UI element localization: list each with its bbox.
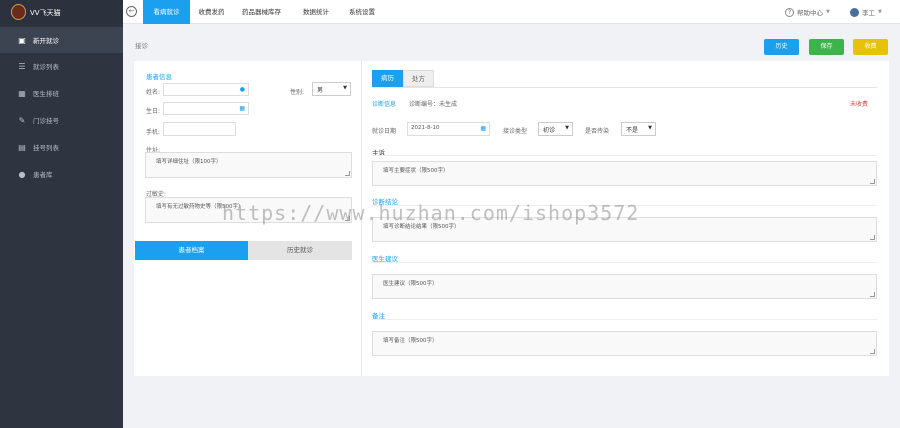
visit-type-value: 初诊 [543, 127, 556, 134]
infectious-value: 不是 [626, 127, 639, 134]
sidebar-item-new-visit[interactable]: ▣ 新开就诊 [0, 27, 123, 53]
gender-value: 男 [317, 87, 324, 94]
sidebar-item-registration[interactable]: ✎ 门诊挂号 [0, 107, 123, 133]
diagnosis-info-label: 诊断信息 [372, 101, 397, 108]
sidebar-item-label: 挂号列表 [33, 144, 59, 152]
watermark: https://www.huzhan.com/ishop3572 [222, 201, 640, 225]
divider [372, 319, 877, 320]
nav-item-treatment[interactable]: 看病就诊 [143, 0, 190, 24]
remark-textarea[interactable]: 填写备注（限500字） [372, 331, 877, 356]
logo-badge-icon [11, 4, 26, 20]
tab-patient-select[interactable]: 患者档案 [135, 241, 248, 260]
nav-item-inventory[interactable]: 药品器械库存 [233, 0, 290, 24]
app-title: VV飞天猫 [30, 9, 61, 17]
phone-input[interactable] [163, 122, 236, 136]
back-arrow-icon[interactable]: ← [126, 6, 137, 17]
sidebar-item-registration-list[interactable]: ▤ 挂号列表 [0, 134, 123, 160]
top-bar: VV飞天猫 ← 看病就诊 收费发药 药品器械库存 数据统计 系统设置 ? 帮助中… [0, 0, 900, 24]
divider [372, 155, 877, 156]
complaint-textarea[interactable]: 填写主要症状（限500字） [372, 161, 877, 186]
divider [372, 262, 877, 263]
birth-label: 生日: [146, 108, 161, 115]
nav-item-statistics[interactable]: 数据统计 [290, 0, 342, 24]
avatar [850, 7, 859, 17]
top-nav: 看病就诊 收费发药 药品器械库存 数据统计 系统设置 [143, 0, 382, 24]
user-menu[interactable]: 李工 ▼ [850, 7, 882, 17]
calendar-icon: ▦ [18, 88, 26, 98]
chevron-down-icon: ▼ [565, 125, 569, 131]
register-icon: ✎ [18, 115, 26, 125]
sidebar-item-label: 新开就诊 [33, 37, 59, 45]
card-icon: ▤ [18, 142, 26, 152]
name-label: 姓名: [146, 89, 161, 96]
save-button[interactable]: 保存 [809, 39, 844, 55]
logo: VV飞天猫 [0, 0, 123, 24]
sidebar-item-schedule[interactable]: ▦ 医生排班 [0, 80, 123, 106]
diagnosis-number: 诊断编号：未生成 [409, 101, 458, 108]
advice-textarea[interactable]: 医生建议（限500字） [372, 274, 877, 299]
user-icon: ● [18, 169, 26, 179]
visit-date-value: 2021-8-10 [411, 125, 440, 131]
visit-type-select[interactable]: 初诊 ▼ [538, 122, 573, 136]
sidebar-item-visit-list[interactable]: ☰ 就诊列表 [0, 53, 123, 79]
pay-button[interactable]: 收费 [853, 39, 888, 55]
nav-item-billing[interactable]: 收费发药 [190, 0, 233, 24]
visit-type-label: 接诊类型 [503, 128, 528, 135]
infectious-label: 是否传染 [585, 128, 610, 135]
list-icon: ☰ [18, 61, 26, 71]
sidebar-item-label: 患者库 [33, 171, 53, 179]
birth-input[interactable]: ▦ [163, 102, 249, 115]
infectious-select[interactable]: 不是 ▼ [621, 122, 656, 136]
gender-select[interactable]: 男 ▼ [312, 82, 351, 96]
visit-date-label: 就诊日期 [372, 128, 397, 135]
phone-label: 手机: [146, 129, 161, 136]
sidebar: ▣ 新开就诊 ☰ 就诊列表 ▦ 医生排班 ✎ 门诊挂号 ▤ 挂号列表 ● 患者库 [0, 24, 123, 428]
nav-item-settings[interactable]: 系统设置 [342, 0, 382, 24]
patient-section-title: 患者信息 [146, 73, 172, 81]
help-label: 帮助中心 [797, 9, 823, 17]
sidebar-item-label: 就诊列表 [33, 63, 59, 71]
tab-underline [372, 87, 877, 88]
user-icon: ● [239, 86, 245, 93]
chevron-down-icon: ▼ [648, 125, 652, 131]
chevron-down-icon: ▼ [878, 9, 882, 15]
sidebar-item-label: 门诊挂号 [33, 117, 59, 125]
user-name: 李工 [862, 9, 875, 17]
sidebar-item-label: 医生排班 [33, 90, 59, 98]
question-icon: ? [785, 7, 794, 17]
camera-icon: ▣ [18, 35, 26, 45]
status-badge: 未收费 [850, 101, 869, 108]
chevron-down-icon: ▼ [826, 9, 830, 15]
breadcrumb: 接诊 [135, 42, 148, 50]
gender-label: 性别: [290, 89, 305, 96]
tab-prescription[interactable]: 处方 [403, 70, 434, 87]
calendar-icon: ▦ [239, 105, 245, 112]
sidebar-item-patients[interactable]: ● 患者库 [0, 161, 123, 187]
history-button[interactable]: 历史 [764, 39, 799, 55]
name-input[interactable]: ● [163, 83, 249, 96]
tab-record[interactable]: 病历 [372, 70, 403, 87]
tab-visit-history[interactable]: 历史就诊 [248, 241, 352, 260]
chevron-down-icon: ▼ [343, 85, 347, 91]
address-textarea[interactable]: 填写详细住址（限100字） [145, 152, 352, 178]
help-center-link[interactable]: ? 帮助中心 ▼ [785, 7, 830, 17]
visit-date-input[interactable]: 2021-8-10 ▦ [407, 122, 490, 136]
calendar-icon: ▦ [480, 125, 486, 132]
